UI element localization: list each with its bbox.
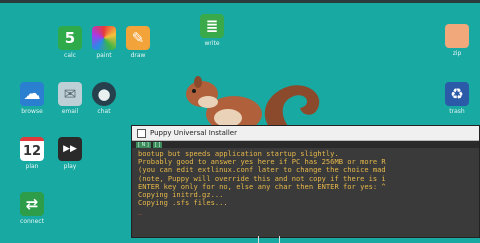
write-icon: ≣ [200,14,224,38]
draw-icon: ✎ [126,26,150,50]
play-icon-shortcut[interactable]: ▶▶ play [50,137,90,170]
play-icon: ▶▶ [58,137,82,161]
taskbar-edge [258,236,280,243]
connect-icon-shortcut[interactable]: ⇄ connect [12,192,52,225]
plan-label: plan [25,163,39,170]
connect-icon: ⇄ [20,192,44,216]
terminal-cursor: _ [138,206,143,216]
plan-icon-shortcut[interactable]: 12 plan [12,137,52,170]
write-icon-shortcut[interactable]: ≣ write [192,14,232,47]
window-menu-checkbox[interactable] [137,128,146,138]
write-label: write [204,40,220,47]
installer-titlebar[interactable]: Puppy Universal Installer [132,126,479,141]
installer-window[interactable]: Puppy Universal Installer [ N ] [ ] boot… [131,125,480,238]
trash-icon-shortcut[interactable]: ♻ trash [437,82,477,115]
top-panel [0,0,480,3]
browse-label: browse [21,108,43,115]
terminal-output[interactable]: bootup but speeds application startup sl… [132,148,479,218]
terminal-tab-2[interactable]: [ ] [152,141,163,148]
zip-label: zip [452,50,462,57]
draw-label: draw [130,52,146,59]
zip-icon-shortcut[interactable]: zip [437,24,477,57]
terminal-line: Copying .sfs files... [138,198,228,208]
terminal-tab-1[interactable]: [ N ] [136,141,151,148]
browse-icon: ☁ [20,82,44,106]
chat-label: chat [97,108,111,115]
zip-icon [445,24,469,48]
email-icon: ✉ [58,82,82,106]
connect-label: connect [20,218,44,225]
trash-icon: ♻ [445,82,469,106]
play-label: play [63,163,77,170]
window-title: Puppy Universal Installer [150,129,237,137]
paint-icon [92,26,116,50]
plan-icon: 12 [20,137,44,161]
trash-label: trash [449,108,465,115]
chat-icon: ● [92,82,116,106]
calc-icon: 5 [58,26,82,50]
chat-icon-shortcut[interactable]: ● chat [84,82,124,115]
draw-icon-shortcut[interactable]: ✎ draw [118,26,158,59]
browse-icon-shortcut[interactable]: ☁ browse [12,82,52,115]
terminal-tabs: [ N ] [ ] [132,141,479,148]
